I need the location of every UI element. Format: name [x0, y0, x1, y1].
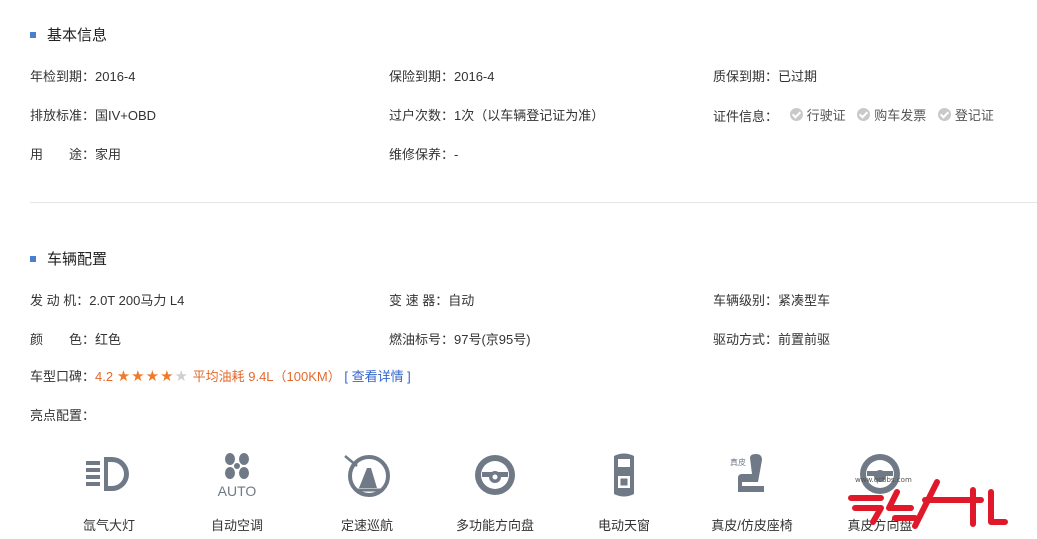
rating-score: 4.2 [95, 369, 114, 384]
field-label: 质保到期： [713, 69, 779, 84]
section-divider [30, 202, 1037, 203]
feature-label: 电动天窗 [597, 518, 650, 533]
doc-label: 登记证 [954, 108, 994, 123]
power-sunroof-icon [614, 453, 634, 497]
field-highlights: 亮点配置： [30, 405, 95, 424]
rating-stars: ★★★★★ [116, 368, 189, 385]
feature-cruise-control: 定速巡航 [307, 450, 427, 534]
field-label: 用 途： [30, 147, 96, 162]
field-value: 1次（以车辆登记证为准） [454, 108, 605, 123]
field-label: 亮点配置： [30, 408, 96, 423]
field-drive: 驱动方式：前置前驱 [713, 329, 830, 348]
field-label: 变 速 器： [389, 293, 449, 308]
star-icon: ★ [116, 368, 132, 385]
feature-label: 氙气大灯 [82, 518, 135, 533]
feature-multifunction-wheel: 多功能方向盘 [435, 450, 555, 534]
field-emission: 排放标准：国IV+OBD [30, 105, 156, 124]
field-rating: 车型口碑：4.2 ★★★★★ 平均油耗 9.4L（100KM） [ 查看详情 ] [30, 366, 411, 385]
leather-seat-icon: 真皮 [730, 454, 764, 492]
feature-label: 多功能方向盘 [455, 518, 534, 533]
field-color: 颜 色：红色 [30, 329, 121, 348]
field-documents: 证件信息： 行驶证 购车发票 登记证 [713, 105, 994, 125]
view-details-link[interactable]: [ 查看详情 ] [344, 369, 410, 384]
field-insurance: 保险到期：2016-4 [389, 66, 495, 85]
star-icon: ★ [160, 368, 175, 385]
field-value: 前置前驱 [778, 332, 831, 347]
feature-label: 真皮/仿皮座椅 [711, 518, 793, 533]
field-label: 保险到期： [389, 69, 455, 84]
field-label: 维修保养： [389, 147, 455, 162]
section-title: 车辆配置 [47, 251, 108, 268]
field-transmission: 变 速 器：自动 [389, 290, 474, 309]
field-engine: 发 动 机：2.0T 200马力 L4 [30, 290, 184, 309]
doc-purchase-invoice: 购车发票 [857, 105, 926, 124]
field-vehicle-class: 车辆级别：紧凑型车 [713, 290, 830, 309]
doc-label: 行驶证 [806, 108, 846, 123]
field-label: 驱动方式： [713, 332, 779, 347]
check-icon [857, 108, 871, 121]
feature-auto-ac: AUTO 自动空调 [177, 450, 297, 534]
star-icon: ★ [145, 368, 161, 385]
field-usage: 用 途：家用 [30, 144, 121, 163]
auto-icon-text: AUTO [218, 483, 257, 499]
field-inspection: 年检到期：2016-4 [30, 66, 136, 85]
forum-watermark-logo: www.qcbbs.com [848, 476, 1008, 529]
field-maintenance: 维修保养：- [389, 144, 458, 163]
avg-fuel-consumption: 平均油耗 9.4L（100KM） [192, 369, 341, 384]
cruise-control-icon [344, 455, 390, 497]
field-value: 2.0T 200马力 L4 [89, 293, 185, 308]
field-label: 证件信息： [713, 109, 779, 124]
field-value: 国IV+OBD [95, 108, 157, 123]
feature-label: 自动空调 [210, 518, 263, 533]
feature-power-sunroof: 电动天窗 [564, 450, 684, 534]
doc-driving-license: 行驶证 [789, 105, 846, 124]
field-value: 红色 [95, 332, 122, 347]
star-icon: ★ [174, 368, 189, 385]
section-basic-info: 基本信息 [30, 24, 107, 45]
field-value: 2016-4 [454, 69, 495, 84]
doc-registration: 登记证 [937, 105, 994, 124]
field-transfer: 过户次数：1次（以车辆登记证为准） [389, 105, 604, 124]
field-value: 2016-4 [95, 69, 136, 84]
field-label: 过户次数： [389, 108, 455, 123]
check-icon [789, 108, 803, 121]
field-label: 车型口碑： [30, 369, 96, 384]
section-marker [30, 255, 36, 262]
multifunction-wheel-icon [475, 455, 515, 495]
xenon-headlight-icon [86, 457, 129, 491]
star-icon: ★ [131, 368, 146, 385]
field-value: 家用 [95, 147, 122, 162]
field-label: 排放标准： [30, 108, 96, 123]
field-value: 自动 [448, 293, 475, 308]
check-icon [937, 108, 951, 121]
section-title: 基本信息 [47, 27, 108, 44]
field-value: 紧凑型车 [778, 293, 831, 308]
feature-label: 定速巡航 [340, 518, 393, 533]
field-label: 年检到期： [30, 69, 96, 84]
field-value: 已过期 [778, 69, 818, 84]
section-marker [30, 31, 36, 38]
auto-ac-icon: AUTO [218, 453, 257, 499]
field-label: 颜 色： [30, 332, 96, 347]
leather-icon-text: 真皮 [730, 457, 746, 467]
field-label: 发 动 机： [30, 293, 90, 308]
feature-leather-seat: 真皮 真皮/仿皮座椅 [692, 450, 812, 534]
field-label: 燃油标号： [389, 332, 455, 347]
watermark-url: www.qcbbs.com [855, 476, 912, 484]
field-fuel-grade: 燃油标号：97号(京95号) [389, 329, 531, 348]
field-value: 97号(京95号) [454, 332, 531, 347]
field-warranty: 质保到期：已过期 [713, 66, 817, 85]
field-label: 车辆级别： [713, 293, 779, 308]
doc-label: 购车发票 [874, 108, 927, 123]
feature-xenon-headlight: 氙气大灯 [49, 450, 169, 534]
field-value: - [454, 147, 459, 162]
section-vehicle-config: 车辆配置 [30, 248, 107, 269]
